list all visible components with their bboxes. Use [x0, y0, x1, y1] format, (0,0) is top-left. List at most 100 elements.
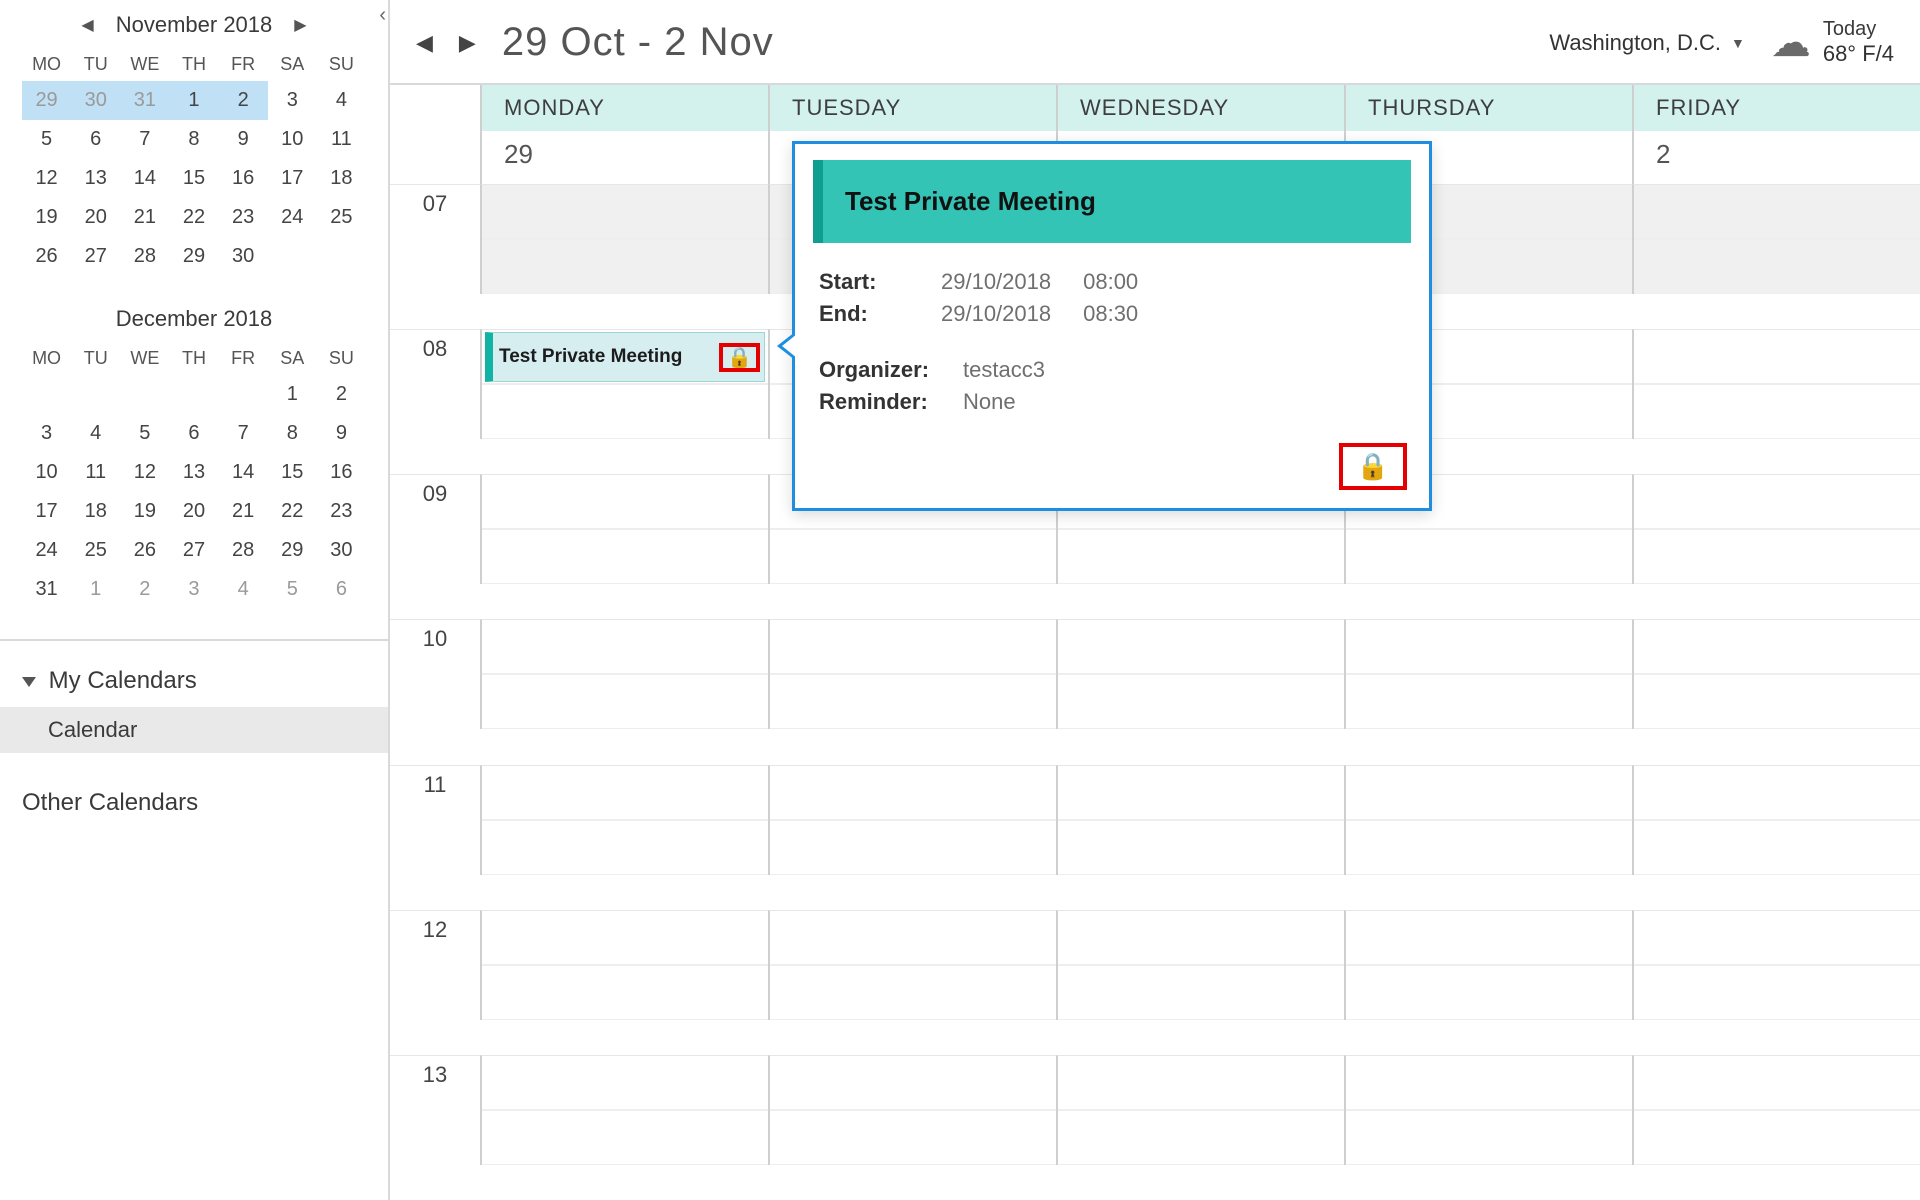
mini-calendar-day[interactable]: 1: [268, 375, 317, 414]
mini-calendar-day[interactable]: 29: [22, 81, 71, 120]
collapse-sidebar-icon[interactable]: ‹: [379, 4, 386, 27]
mini-calendar-day[interactable]: 24: [268, 198, 317, 237]
time-slot[interactable]: [1632, 329, 1920, 439]
time-slot[interactable]: [1632, 910, 1920, 1020]
time-slot[interactable]: [768, 765, 1056, 875]
mini-calendar-day[interactable]: 11: [317, 120, 366, 159]
mini-calendar-day[interactable]: 11: [71, 453, 120, 492]
mini-calendar-day[interactable]: 4: [317, 81, 366, 120]
mini-calendar-day[interactable]: 6: [71, 120, 120, 159]
mini-calendar-day[interactable]: 13: [169, 453, 218, 492]
mini-calendar-day[interactable]: 25: [317, 198, 366, 237]
mini-calendar-day[interactable]: 31: [120, 81, 169, 120]
mini-calendar-day[interactable]: 20: [169, 492, 218, 531]
mini-calendar-day[interactable]: 5: [120, 414, 169, 453]
mini-calendar-day[interactable]: 8: [268, 414, 317, 453]
mini-calendar-day[interactable]: 3: [268, 81, 317, 120]
time-slot[interactable]: [1056, 910, 1344, 1020]
calendar-event[interactable]: Test Private Meeting🔒: [485, 332, 765, 382]
mini-calendar-day[interactable]: 29: [268, 531, 317, 570]
day-column-header[interactable]: MONDAY29: [480, 85, 768, 184]
mini-calendar-day[interactable]: 25: [71, 531, 120, 570]
time-slot[interactable]: [1056, 1055, 1344, 1165]
mini-calendar-day[interactable]: 19: [120, 492, 169, 531]
day-column-header[interactable]: FRIDAY2: [1632, 85, 1920, 184]
mini-calendar-day[interactable]: 9: [317, 414, 366, 453]
my-calendars-header[interactable]: My Calendars: [22, 657, 366, 705]
mini-calendar-day[interactable]: 1: [169, 81, 218, 120]
mini-calendar-day[interactable]: 31: [22, 570, 71, 609]
time-slot[interactable]: [1632, 619, 1920, 729]
mini-calendar-day[interactable]: 18: [317, 159, 366, 198]
prev-month-button[interactable]: ◀: [69, 15, 105, 35]
weather-location-dropdown[interactable]: Washington, D.C. ▼: [1549, 30, 1744, 56]
mini-calendar-day[interactable]: 17: [268, 159, 317, 198]
time-slot[interactable]: [1056, 619, 1344, 729]
time-slot[interactable]: [1632, 1055, 1920, 1165]
mini-calendar-day[interactable]: 13: [71, 159, 120, 198]
next-week-button[interactable]: ▶: [459, 30, 476, 56]
mini-calendar-day[interactable]: 20: [71, 198, 120, 237]
mini-calendar-day[interactable]: 8: [169, 120, 218, 159]
mini-calendar-day[interactable]: 9: [219, 120, 268, 159]
mini-calendar-day[interactable]: 17: [22, 492, 71, 531]
mini-calendar-day[interactable]: 2: [120, 570, 169, 609]
mini-calendar-day[interactable]: 19: [22, 198, 71, 237]
mini-calendar-day[interactable]: 24: [22, 531, 71, 570]
time-slot[interactable]: [768, 619, 1056, 729]
mini-calendar-day[interactable]: 14: [219, 453, 268, 492]
mini-calendar-day[interactable]: 23: [317, 492, 366, 531]
time-slot[interactable]: [480, 910, 768, 1020]
mini-calendar-day[interactable]: 7: [219, 414, 268, 453]
mini-calendar-day[interactable]: 2: [317, 375, 366, 414]
time-slot[interactable]: [1632, 184, 1920, 294]
mini-calendar-day[interactable]: 7: [120, 120, 169, 159]
mini-calendar-day[interactable]: 30: [219, 237, 268, 276]
mini-calendar-day[interactable]: 15: [169, 159, 218, 198]
time-slot[interactable]: [480, 619, 768, 729]
time-slot[interactable]: [480, 765, 768, 875]
time-slot[interactable]: [1344, 765, 1632, 875]
mini-calendar-day[interactable]: 4: [71, 414, 120, 453]
mini-calendar-day[interactable]: 28: [219, 531, 268, 570]
prev-week-button[interactable]: ◀: [416, 30, 433, 56]
mini-calendar-day[interactable]: 12: [22, 159, 71, 198]
mini-calendar-day[interactable]: 22: [169, 198, 218, 237]
mini-calendar-day[interactable]: 3: [22, 414, 71, 453]
mini-calendar-day[interactable]: 26: [120, 531, 169, 570]
mini-calendar-day[interactable]: 6: [317, 570, 366, 609]
time-slot[interactable]: [480, 184, 768, 294]
time-slot[interactable]: [1344, 1055, 1632, 1165]
time-slot[interactable]: [480, 474, 768, 584]
mini-calendar-day[interactable]: 23: [219, 198, 268, 237]
mini-calendar-day[interactable]: 12: [120, 453, 169, 492]
mini-calendar-day[interactable]: 10: [22, 453, 71, 492]
time-slot[interactable]: [768, 1055, 1056, 1165]
mini-calendar-day[interactable]: 21: [219, 492, 268, 531]
mini-calendar-day[interactable]: 16: [317, 453, 366, 492]
mini-calendar-day[interactable]: 27: [71, 237, 120, 276]
mini-calendar-day[interactable]: 26: [22, 237, 71, 276]
mini-calendar-day[interactable]: 18: [71, 492, 120, 531]
next-month-button[interactable]: ▶: [282, 15, 318, 35]
time-slot[interactable]: Test Private Meeting🔒: [480, 329, 768, 439]
mini-calendar-day[interactable]: 30: [317, 531, 366, 570]
time-slot[interactable]: [1344, 910, 1632, 1020]
mini-calendar-day[interactable]: 14: [120, 159, 169, 198]
time-slot[interactable]: [1056, 765, 1344, 875]
mini-calendar-day[interactable]: 4: [219, 570, 268, 609]
mini-calendar-day[interactable]: 22: [268, 492, 317, 531]
mini-calendar-day[interactable]: 3: [169, 570, 218, 609]
other-calendars-header[interactable]: Other Calendars: [22, 779, 366, 827]
time-slot[interactable]: [1632, 765, 1920, 875]
mini-calendar-day[interactable]: 29: [169, 237, 218, 276]
weather-widget[interactable]: ☁ Today 68° F/4: [1771, 18, 1894, 67]
mini-calendar-day[interactable]: 2: [219, 81, 268, 120]
mini-calendar-day[interactable]: 27: [169, 531, 218, 570]
time-slot[interactable]: [768, 910, 1056, 1020]
mini-calendar-day[interactable]: 5: [22, 120, 71, 159]
time-slot[interactable]: [1632, 474, 1920, 584]
mini-calendar-day[interactable]: 15: [268, 453, 317, 492]
time-slot[interactable]: [480, 1055, 768, 1165]
mini-calendar-day[interactable]: 21: [120, 198, 169, 237]
